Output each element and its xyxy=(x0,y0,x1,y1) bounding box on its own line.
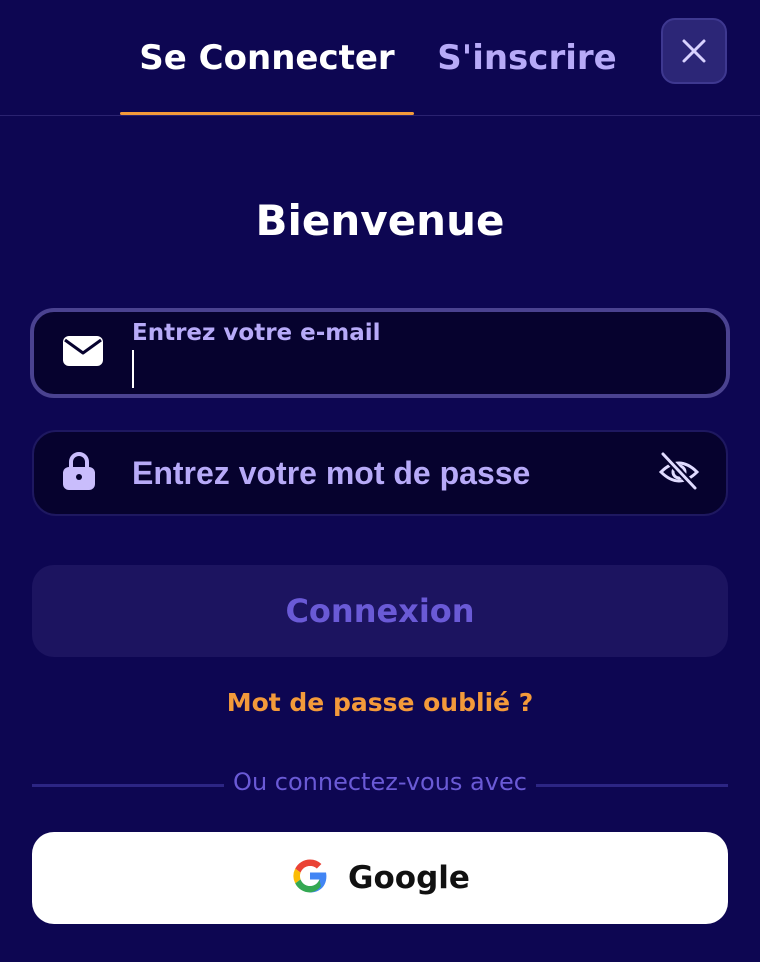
tab-signup[interactable]: S'inscrire xyxy=(432,30,622,86)
eye-slash-icon[interactable] xyxy=(658,451,700,495)
active-tab-indicator xyxy=(120,112,414,115)
envelope-icon xyxy=(62,334,104,372)
auth-tabs: Se Connecter S'inscrire xyxy=(0,0,760,116)
login-page: Se Connecter S'inscrire Bienvenue Entrez… xyxy=(0,0,760,962)
email-label: Entrez votre e-mail xyxy=(132,320,381,346)
close-button[interactable] xyxy=(661,18,727,84)
google-icon xyxy=(290,856,330,900)
google-button-label: Google xyxy=(348,860,470,896)
email-input[interactable] xyxy=(138,348,698,388)
forgot-password-link[interactable]: Mot de passe oublié ? xyxy=(0,688,760,717)
google-signin-button[interactable]: Google xyxy=(32,832,728,924)
lock-icon xyxy=(62,451,96,495)
page-title: Bienvenue xyxy=(255,196,505,245)
close-icon xyxy=(682,39,706,63)
password-input[interactable] xyxy=(132,432,642,514)
connect-button[interactable]: Connexion xyxy=(32,565,728,657)
divider-line-right xyxy=(536,784,728,787)
email-field[interactable]: Entrez votre e-mail xyxy=(30,308,730,398)
social-divider: Ou connectez-vous avec xyxy=(32,766,728,802)
password-field[interactable] xyxy=(32,430,728,516)
divider-text: Ou connectez-vous avec xyxy=(233,768,527,796)
tab-login[interactable]: Se Connecter xyxy=(120,30,414,86)
text-caret xyxy=(132,350,134,388)
